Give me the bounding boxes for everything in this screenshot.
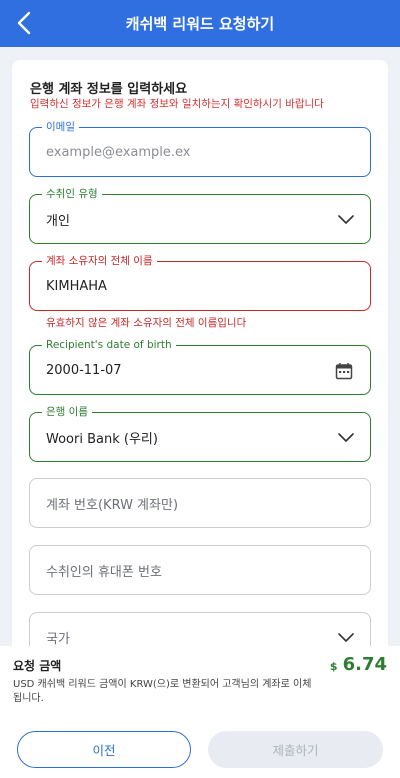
amount-number: 6.74 [342, 654, 387, 675]
account-number-placeholder: 계좌 번호(KRW 계좌만) [46, 497, 179, 513]
submit-button[interactable]: 제출하기 [208, 731, 383, 768]
page-title: 캐쉬백 리워드 요청하기 [125, 15, 275, 33]
calendar-icon[interactable] [335, 362, 353, 380]
account-number-field[interactable]: 계좌 번호(KRW 계좌만) [29, 478, 371, 528]
chevron-down-icon [338, 433, 354, 442]
chevron-down-icon [338, 215, 354, 224]
amount-description: USD 캐쉬백 리워드 금액이 KRW(으)로 변환되어 고객님의 계좌로 이체… [13, 679, 312, 704]
phone-placeholder: 수취인의 휴대폰 번호 [46, 564, 162, 580]
currency-symbol: $ [329, 660, 338, 673]
app-header: 캐쉬백 리워드 요청하기 [0, 0, 400, 47]
prev-button[interactable]: 이전 [17, 731, 191, 768]
dob-value[interactable]: 2000-11-07 [46, 346, 122, 394]
recipient-type-select[interactable]: 수취인 유형 개인 [29, 187, 371, 244]
section-subtitle: 입력하신 정보가 은행 계좌 정보와 일치하는지 확인하시기 바랍니다 [30, 98, 324, 110]
email-input[interactable] [46, 128, 346, 176]
phone-field[interactable]: 수취인의 휴대폰 번호 [29, 545, 371, 595]
bank-value: Woori Bank (우리) [46, 431, 158, 447]
account-holder-error: 유효하지 않은 계좌 소유자의 전체 이름입니다 [46, 317, 247, 329]
recipient-type-value: 개인 [46, 213, 70, 229]
section-title: 은행 계좌 정보를 입력하세요 [30, 82, 188, 97]
bank-select[interactable]: 은행 이름 Woori Bank (우리) [29, 405, 371, 462]
dob-field[interactable]: Recipient's date of birth 2000-11-07 [29, 338, 371, 395]
account-holder-field[interactable]: 계좌 소유자의 전체 이름 KIMHAHA [29, 254, 371, 311]
amount-label: 요청 금액 [13, 659, 62, 673]
email-field[interactable]: 이메일 [29, 120, 371, 177]
account-holder-value[interactable]: KIMHAHA [46, 262, 107, 310]
back-arrow-icon[interactable] [14, 10, 36, 36]
chevron-down-icon [338, 633, 354, 642]
amount-value: $6.74 [330, 654, 387, 675]
